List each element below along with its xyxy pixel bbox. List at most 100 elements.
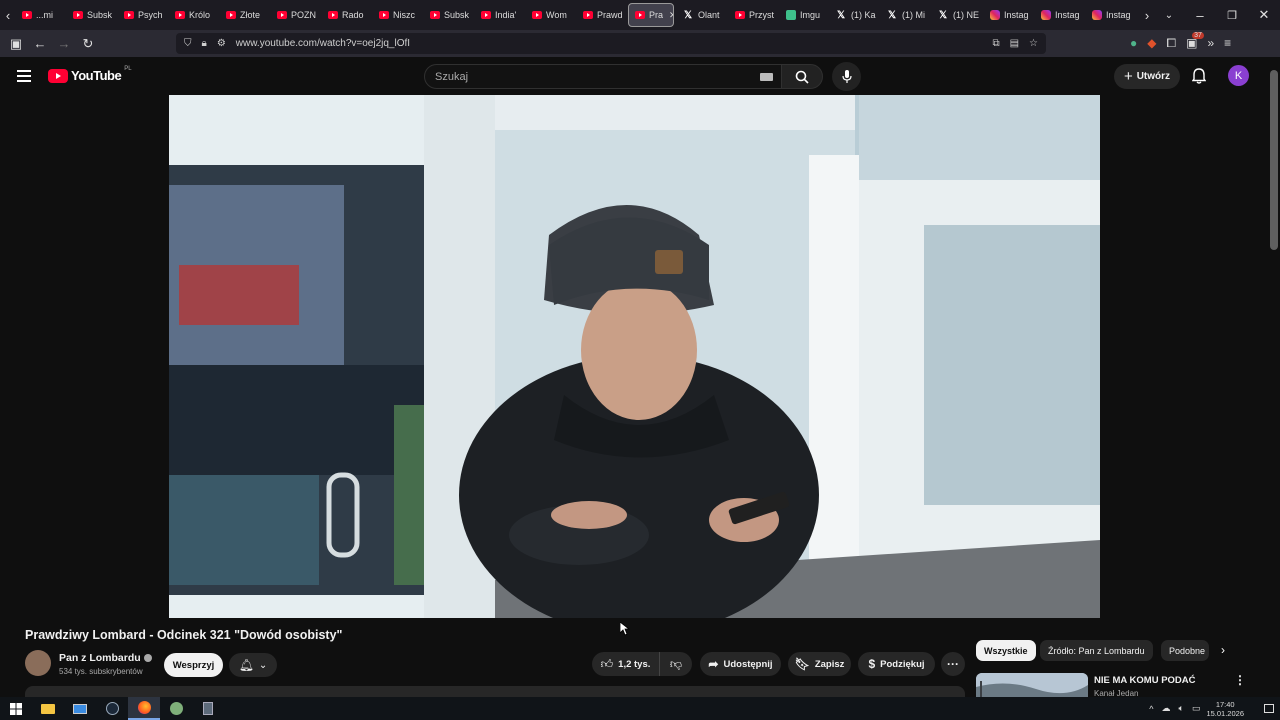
browser-tab[interactable]: Instag	[984, 3, 1031, 27]
url-bar[interactable]: ⛉ 🔒︎ ⚙ www.youtube.com/watch?v=oej2jq_lO…	[176, 33, 1046, 54]
browser-tab[interactable]: POZN	[271, 3, 318, 27]
notifications-bell-icon[interactable]	[1192, 68, 1206, 84]
tab-label: Instag	[1106, 10, 1131, 20]
video-player[interactable]	[169, 95, 1100, 618]
dislike-button[interactable]: 👎︎	[659, 652, 692, 676]
onedrive-icon[interactable]: ☁	[1162, 703, 1171, 714]
tab-list-chevron-icon[interactable]: ⌄	[1157, 3, 1181, 27]
youtube-icon	[532, 11, 542, 19]
thumbs-up-icon: 👍︎	[600, 656, 614, 671]
computer-icon[interactable]	[64, 697, 96, 720]
tab-label: Instag	[1055, 10, 1080, 20]
channel-avatar[interactable]	[25, 650, 51, 676]
tray-chevron-up-icon[interactable]: ^	[1149, 704, 1153, 714]
browser-tab[interactable]: Złote	[220, 3, 267, 27]
notification-settings-button[interactable]: 🔔︎ ⌄	[229, 653, 277, 677]
browser-tab[interactable]: Imgu	[780, 3, 827, 27]
firefox-icon[interactable]	[128, 697, 160, 720]
keyboard-icon[interactable]	[760, 72, 773, 81]
system-tray: ^ ☁ 🔈︎ ▭	[1149, 703, 1200, 714]
save-label: Zapisz	[814, 658, 845, 670]
browser-tab[interactable]: Przyst	[729, 3, 776, 27]
clock[interactable]: 17:40 15.01.2026	[1206, 700, 1244, 718]
url-text[interactable]: www.youtube.com/watch?v=oej2jq_lOfI	[236, 38, 410, 49]
recommendation-thumbnail[interactable]	[976, 673, 1088, 697]
browser-tab[interactable]: India'	[475, 3, 522, 27]
app-icon[interactable]	[160, 697, 192, 720]
like-button[interactable]: 👍︎ 1,2 tys.	[592, 652, 659, 676]
search-input[interactable]: Szukaj	[424, 64, 782, 89]
browser-tab[interactable]: Instag	[1086, 3, 1133, 27]
channel-name-row[interactable]: Pan z Lombardu	[59, 652, 152, 664]
back-icon[interactable]: ←	[28, 32, 52, 56]
share-button[interactable]: ➦ Udostępnij	[700, 652, 781, 676]
browser-tab[interactable]: Pra ✕	[628, 3, 674, 27]
browser-tab[interactable]: 𝕏 (1) Ka	[831, 3, 878, 27]
browser-tab[interactable]: ...mi	[16, 3, 63, 27]
restore-icon[interactable]: ❐	[1216, 3, 1248, 27]
browser-tab[interactable]: 𝕏 (1) NE	[933, 3, 980, 27]
extension-badge-icon[interactable]: ▣ 37	[1186, 32, 1204, 51]
create-button[interactable]: + Utwórz	[1114, 64, 1180, 89]
browser-tab[interactable]: Prawd	[577, 3, 624, 27]
tab-scroll-right-icon[interactable]: ›	[1137, 3, 1157, 27]
start-windows-icon[interactable]	[0, 697, 32, 720]
close-window-icon[interactable]: ✕	[1248, 3, 1280, 27]
menu-hamburger-icon[interactable]: ≡	[1224, 36, 1231, 51]
permissions-icon[interactable]: ⚙	[217, 38, 226, 49]
chip-all[interactable]: Wszystkie	[976, 640, 1036, 661]
instagram-icon	[1041, 10, 1051, 20]
browser-tab[interactable]: Psych	[118, 3, 165, 27]
close-tab-icon[interactable]: ✕	[669, 10, 673, 21]
shield-icon[interactable]: ⛉	[184, 38, 192, 49]
browser-tab[interactable]: Wom	[526, 3, 573, 27]
thanks-button[interactable]: $ Podziękuj	[858, 652, 935, 676]
network-icon[interactable]: ▭	[1192, 703, 1201, 714]
search-button[interactable]	[781, 64, 823, 89]
picture-in-picture-icon[interactable]: ⧉	[992, 38, 999, 49]
vpn-extension-icon[interactable]: ●	[1130, 36, 1137, 51]
channel-name[interactable]: Pan z Lombardu	[59, 652, 141, 664]
menu-icon[interactable]	[17, 70, 31, 82]
chips-next-icon[interactable]: ›	[1221, 643, 1225, 657]
scrollbar-thumb[interactable]	[1270, 70, 1278, 250]
browser-tab[interactable]: Instag	[1035, 3, 1082, 27]
tab-scroll-left-icon[interactable]: ‹	[0, 3, 16, 27]
browser-tab[interactable]: 𝕏 (1) Mi	[882, 3, 929, 27]
browser-tab[interactable]: Subsk	[424, 3, 471, 27]
overflow-chevrons-icon[interactable]: »	[1207, 36, 1214, 51]
minimize-icon[interactable]: –	[1184, 3, 1216, 27]
fox-extension-icon[interactable]: ◆	[1147, 36, 1156, 51]
chip-source[interactable]: Źródło: Pan z Lombardu	[1040, 640, 1153, 661]
support-button[interactable]: Wesprzyj	[164, 653, 223, 677]
chip-similar[interactable]: Podobne	[1161, 640, 1209, 661]
tab-label: Rado	[342, 10, 364, 20]
extensions-puzzle-icon[interactable]: ⧠	[1166, 36, 1176, 51]
description-box[interactable]	[25, 686, 965, 697]
voice-search-button[interactable]	[832, 62, 861, 91]
notifications-icon[interactable]	[1258, 697, 1280, 720]
account-avatar[interactable]: K	[1228, 65, 1249, 86]
volume-icon[interactable]: 🔈︎	[1179, 703, 1184, 714]
more-actions-button[interactable]: ···	[941, 652, 965, 676]
steam-icon[interactable]	[96, 697, 128, 720]
browser-tab[interactable]: 𝕏 Olant	[678, 3, 725, 27]
reload-icon[interactable]: ↻	[76, 32, 100, 56]
file-explorer-icon[interactable]	[32, 697, 64, 720]
browser-tab[interactable]: Subsk	[67, 3, 114, 27]
forward-icon[interactable]: →	[52, 32, 76, 56]
recommendation-more-icon[interactable]: ⋮	[1234, 673, 1246, 687]
browser-tab[interactable]: Niszc	[373, 3, 420, 27]
tab-label: (1) NE	[953, 10, 980, 20]
browser-tab[interactable]: Królo	[169, 3, 216, 27]
bookmark-star-icon[interactable]: ☆	[1029, 38, 1038, 49]
save-button[interactable]: 🔖︎ Zapisz	[788, 652, 851, 676]
browser-tab[interactable]: Rado	[322, 3, 369, 27]
browser-tab-bar: ‹ ...mi Subsk Psych Królo Złote POZN Rado Niszc…	[0, 0, 1280, 30]
recommendation-title[interactable]: NIE MA KOMU PODAĆ	[1094, 675, 1196, 686]
sidebar-toggle-icon[interactable]: ▣	[4, 32, 28, 56]
tab-label: POZN	[291, 10, 317, 20]
reader-view-icon[interactable]: ▤	[1010, 38, 1019, 49]
calculator-icon[interactable]	[192, 697, 224, 720]
youtube-logo[interactable]: YouTube PL	[48, 66, 132, 83]
